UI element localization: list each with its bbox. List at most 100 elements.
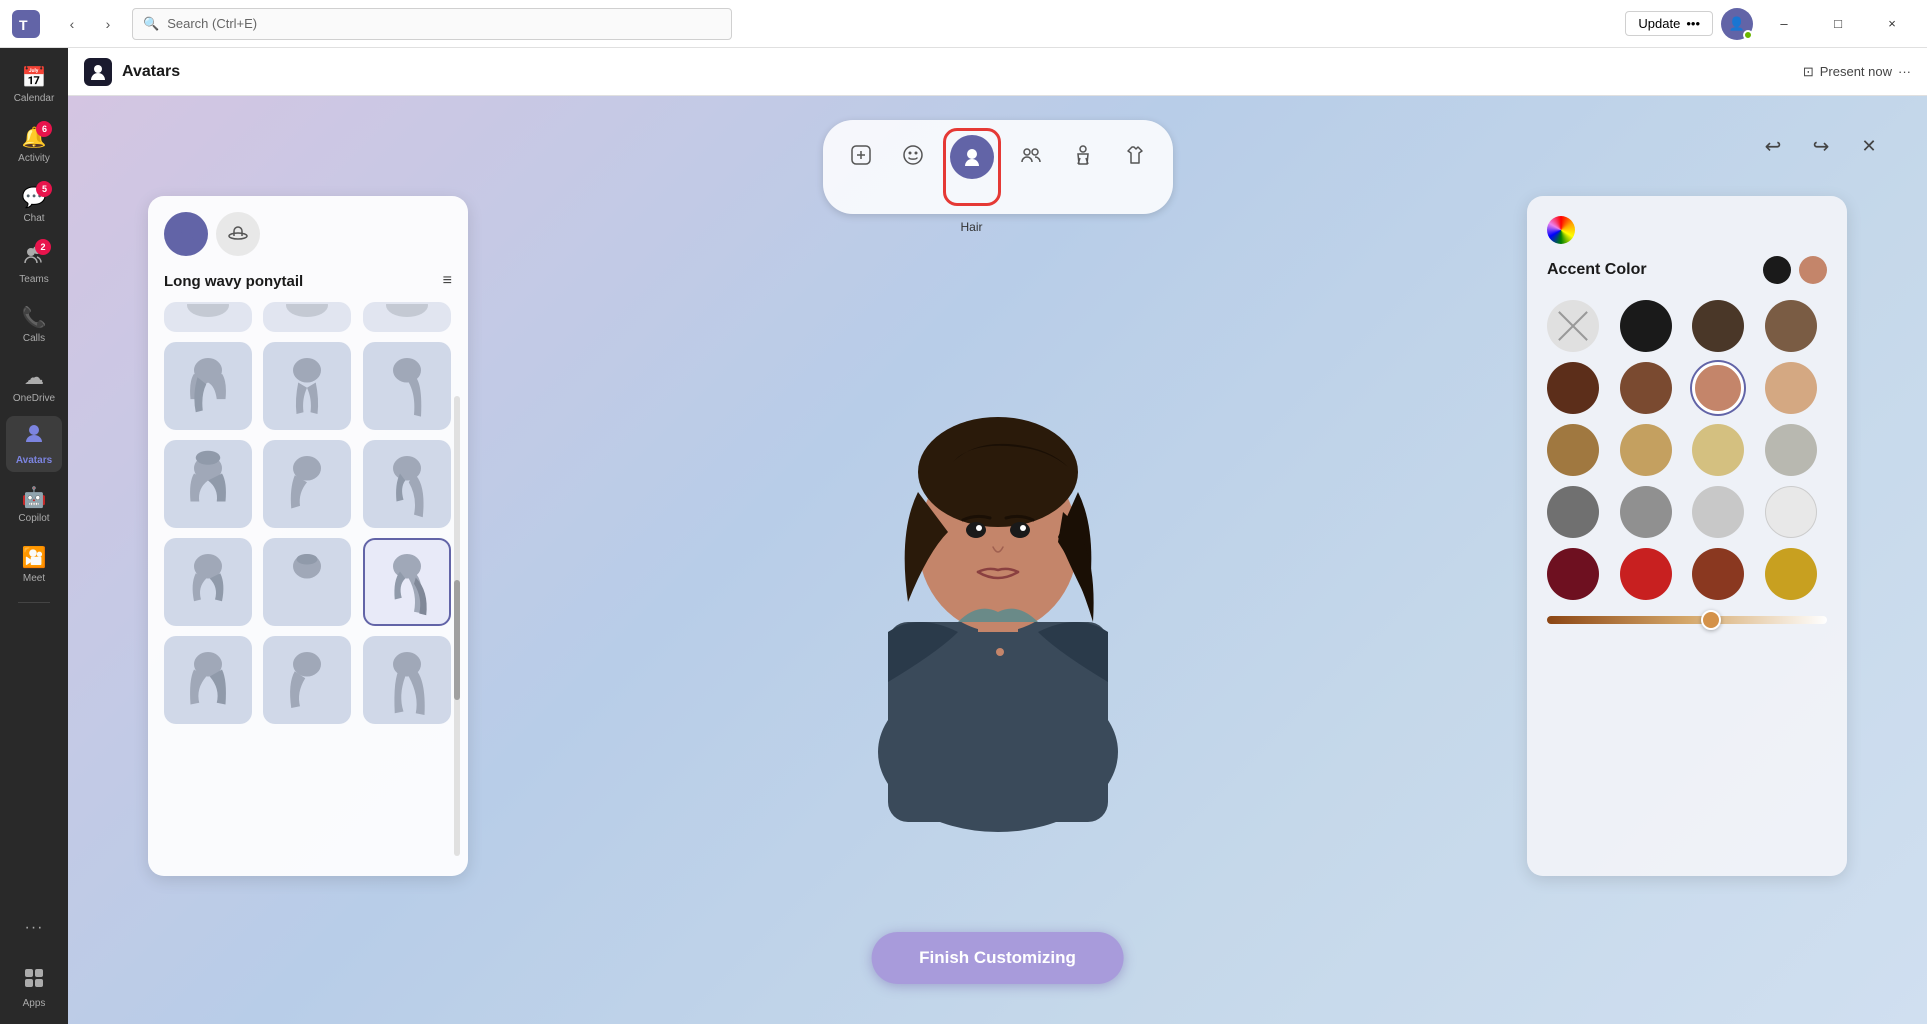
color-swatch-warmtan[interactable]	[1692, 362, 1744, 414]
app-logo: T	[12, 10, 40, 38]
sidebar-item-chat[interactable]: 💬 5 Chat	[6, 176, 62, 232]
active-tab-border: Hair	[943, 128, 1001, 206]
toolbar-btn-body[interactable]	[1061, 133, 1105, 177]
color-swatch-sandybrown[interactable]	[1620, 424, 1672, 476]
maximize-button[interactable]: □	[1815, 8, 1861, 40]
filter-button[interactable]: ≡	[443, 272, 452, 290]
present-now-button[interactable]: ⊡ Present now ···	[1803, 64, 1911, 80]
accent-color-2[interactable]	[1799, 256, 1827, 284]
accent-color-1[interactable]	[1763, 256, 1791, 284]
color-swatch-darkbrown[interactable]	[1692, 300, 1744, 352]
rainbow-color-icon	[1547, 216, 1575, 244]
toolbar-btn-face[interactable]	[891, 133, 935, 177]
user-avatar[interactable]: 👤	[1721, 8, 1753, 40]
sidebar-item-more[interactable]: ···	[6, 900, 62, 956]
minimize-button[interactable]: –	[1761, 8, 1807, 40]
sidebar-item-avatars[interactable]: Avatars	[6, 416, 62, 472]
hair-style-item-5[interactable]	[263, 440, 351, 528]
sidebar-item-copilot[interactable]: 🤖 Copilot	[6, 476, 62, 532]
onedrive-icon: ☁	[24, 365, 44, 390]
toolbar-btn-clothes[interactable]	[1113, 133, 1157, 177]
hair-style-item-6[interactable]	[363, 440, 451, 528]
color-slider-row	[1547, 616, 1827, 624]
sidebar-label-apps: Apps	[23, 998, 46, 1009]
avatar-preview	[808, 272, 1188, 872]
calendar-icon: 📅	[22, 65, 47, 90]
sidebar-item-calls[interactable]: 📞 Calls	[6, 296, 62, 352]
color-swatch-red[interactable]	[1620, 548, 1672, 600]
hair-style-item[interactable]	[363, 302, 451, 332]
update-button[interactable]: Update •••	[1625, 11, 1713, 36]
page-icon	[84, 58, 112, 86]
search-bar[interactable]: 🔍 Search (Ctrl+E)	[132, 8, 732, 40]
color-swatch-lightyellow[interactable]	[1692, 424, 1744, 476]
hair-scrollbar-thumb[interactable]	[454, 580, 460, 700]
hair-tab-hat[interactable]	[216, 212, 260, 256]
slider-thumb[interactable]	[1701, 610, 1721, 630]
toolbar-btn-reactions-wrapper	[839, 133, 883, 201]
color-swatch-ashgray[interactable]	[1765, 424, 1817, 476]
sidebar-item-onedrive[interactable]: ☁ OneDrive	[6, 356, 62, 412]
color-swatch-darkgray[interactable]	[1547, 486, 1599, 538]
avatar-toolbar: Hair	[823, 120, 1173, 214]
chat-icon: 💬 5	[22, 185, 47, 210]
toolbar-btn-reactions[interactable]	[839, 133, 883, 177]
color-swatch-lightgray[interactable]	[1692, 486, 1744, 538]
toolbar-btn-hair-label: Hair	[960, 220, 982, 234]
sidebar-item-apps[interactable]: Apps	[6, 960, 62, 1016]
avatars-icon	[22, 422, 46, 452]
hair-style-item-9[interactable]	[363, 538, 451, 626]
forward-button[interactable]: ›	[92, 8, 124, 40]
sidebar-item-meet[interactable]: 🎦 Meet	[6, 536, 62, 592]
color-swatch-goldbrown[interactable]	[1547, 424, 1599, 476]
hair-grid	[164, 302, 452, 724]
content-area: Avatars ⊡ Present now ···	[68, 48, 1927, 1024]
nav-buttons: ‹ ›	[56, 8, 124, 40]
color-swatch-darkred[interactable]	[1547, 548, 1599, 600]
hair-style-item-3[interactable]	[363, 342, 451, 430]
toolbar-btn-hair[interactable]	[950, 135, 994, 179]
color-swatch-lighttan[interactable]	[1765, 362, 1817, 414]
hair-style-item-8[interactable]	[263, 538, 351, 626]
color-swatch-auburn[interactable]	[1692, 548, 1744, 600]
hair-style-item[interactable]	[263, 302, 351, 332]
toolbar-btn-group[interactable]	[1009, 133, 1053, 177]
color-swatch-brown[interactable]	[1765, 300, 1817, 352]
finish-customizing-button[interactable]: Finish Customizing	[871, 932, 1124, 984]
color-panel-header: Accent Color	[1547, 256, 1827, 284]
activity-badge: 6	[36, 121, 52, 137]
teams-badge: 2	[35, 239, 51, 255]
avatar-customizer: Hair	[68, 96, 1927, 1024]
hair-style-item[interactable]	[164, 302, 252, 332]
color-swatch-darkredbrown[interactable]	[1547, 362, 1599, 414]
sidebar-item-activity[interactable]: 🔔 6 Activity	[6, 116, 62, 172]
color-swatch-black[interactable]	[1620, 300, 1672, 352]
color-swatch-mediumgray[interactable]	[1620, 486, 1672, 538]
back-button[interactable]: ‹	[56, 8, 88, 40]
hair-style-item-7[interactable]	[164, 538, 252, 626]
color-swatch-white[interactable]	[1765, 486, 1817, 538]
undo-button[interactable]: ↩	[1755, 128, 1791, 164]
color-swatch-gold[interactable]	[1765, 548, 1817, 600]
sidebar-item-calendar[interactable]: 📅 Calendar	[6, 56, 62, 112]
hair-style-item-4[interactable]	[164, 440, 252, 528]
color-swatch-mediumbrown[interactable]	[1620, 362, 1672, 414]
hair-scrollbar[interactable]	[454, 396, 460, 856]
sidebar-label-activity: Activity	[18, 153, 50, 164]
hair-style-item-11[interactable]	[263, 636, 351, 724]
color-swatch-none[interactable]	[1547, 300, 1599, 352]
sidebar-label-avatars: Avatars	[16, 455, 52, 466]
hair-tab-hair[interactable]	[164, 212, 208, 256]
color-slider[interactable]	[1547, 616, 1827, 624]
hair-style-item-12[interactable]	[363, 636, 451, 724]
search-placeholder: Search (Ctrl+E)	[167, 16, 257, 31]
hair-style-item-2[interactable]	[263, 342, 351, 430]
sidebar-label-chat: Chat	[23, 213, 44, 224]
close-button[interactable]: ×	[1869, 8, 1915, 40]
hair-style-item-10[interactable]	[164, 636, 252, 724]
close-customizer-button[interactable]: ✕	[1851, 128, 1887, 164]
toolbar-btn-group-wrapper	[1009, 133, 1053, 201]
sidebar-item-teams[interactable]: 2 Teams	[6, 236, 62, 292]
hair-style-item-1[interactable]	[164, 342, 252, 430]
redo-button[interactable]: ↪	[1803, 128, 1839, 164]
